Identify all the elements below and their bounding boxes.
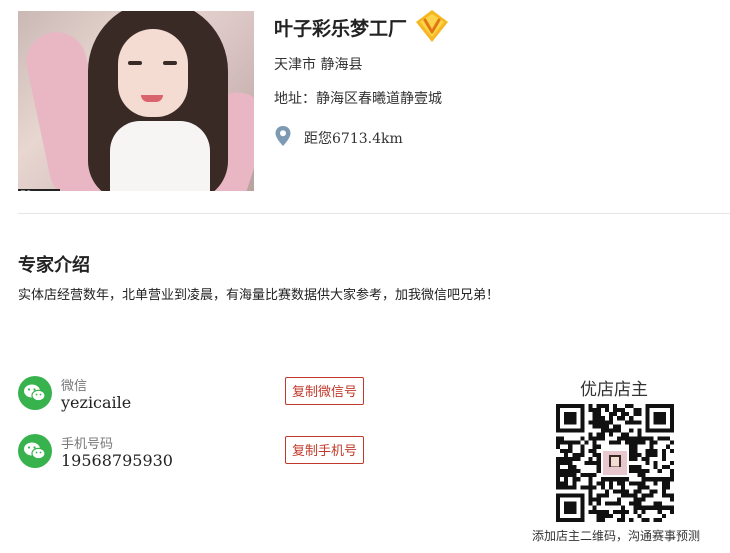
qr-code[interactable]: [556, 404, 674, 522]
photo-sign-text: ES: [18, 189, 60, 191]
shop-address: 地址：静海区春曦道静壹城: [274, 91, 442, 107]
photo-top: [110, 121, 210, 191]
photo-eye: [163, 61, 177, 65]
vip-badge-icon: [414, 8, 450, 44]
intro-title: 专家介绍: [18, 255, 90, 276]
copy-phone-button[interactable]: 复制手机号: [285, 436, 365, 464]
location-pin-icon: [274, 125, 292, 147]
shop-distance: 距您6713.4km: [304, 131, 403, 147]
wechat-icon: [18, 434, 52, 468]
divider: [18, 213, 730, 214]
qr-title: 优店店主: [580, 380, 648, 400]
shop-region: 天津市 静海县: [274, 57, 363, 73]
shop-owner-photo: ES: [18, 11, 254, 191]
qr-caption: 添加店主二维码，沟通赛事预测: [532, 529, 701, 543]
shop-name: 叶子彩乐梦工厂: [274, 18, 408, 40]
phone-number: 19568795930: [61, 451, 173, 470]
wechat-id: yezicaile: [61, 393, 132, 412]
intro-description: 实体店经营数年，北单营业到凌晨，有海量比赛数据供大家参考，加我微信吧兄弟！: [18, 288, 500, 303]
phone-label: 手机号码: [61, 437, 114, 452]
photo-eye: [128, 61, 142, 65]
wechat-label: 微信: [61, 379, 88, 394]
copy-wechat-button[interactable]: 复制微信号: [285, 377, 365, 405]
photo-lip: [141, 95, 163, 102]
photo-face: [118, 29, 188, 117]
wechat-icon: [18, 376, 52, 410]
